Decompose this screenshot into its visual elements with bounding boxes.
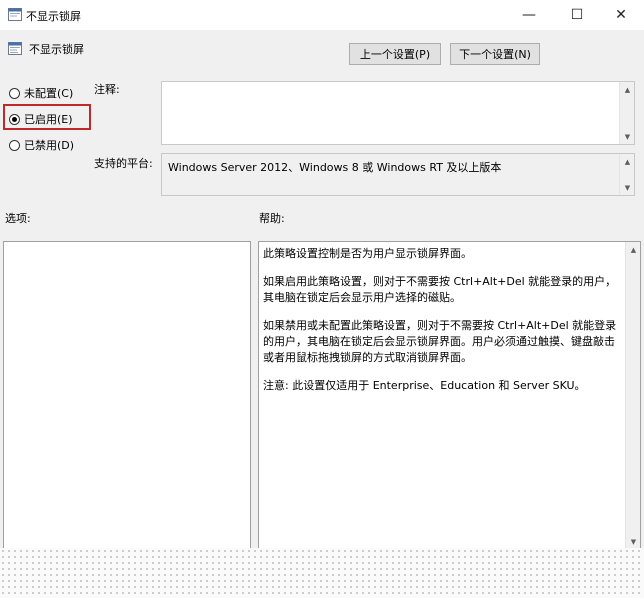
help-paragraph: 此策略设置控制是否为用户显示锁屏界面。 (263, 247, 472, 260)
scroll-up-arrow-icon[interactable]: ▲ (620, 154, 635, 169)
scroll-down-arrow-icon[interactable]: ▼ (620, 129, 635, 144)
policy-name: 不显示锁屏 (29, 43, 84, 56)
radio-label: 未配置(C) (24, 87, 74, 100)
comment-scrollbar[interactable]: ▲ ▼ (619, 82, 634, 144)
help-label: 帮助: (259, 212, 285, 225)
window-title: 不显示锁屏 (26, 10, 81, 23)
supported-platforms-value: Windows Server 2012、Windows 8 或 Windows … (168, 161, 502, 174)
comment-label: 注释: (94, 83, 120, 96)
help-text: 此策略设置控制是否为用户显示锁屏界面。 如果启用此策略设置，则对于不需要按 Ct… (263, 246, 620, 406)
minimize-button[interactable]: — (506, 0, 552, 30)
scroll-up-arrow-icon[interactable]: ▲ (620, 82, 635, 97)
comment-textarea[interactable]: ▲ ▼ (161, 81, 635, 145)
previous-setting-button[interactable]: 上一个设置(P) (349, 43, 441, 65)
supported-platforms-box: Windows Server 2012、Windows 8 或 Windows … (161, 153, 635, 196)
radio-label: 已禁用(D) (24, 139, 75, 152)
dotted-background (0, 548, 644, 598)
policy-window-icon (8, 8, 22, 21)
close-icon: ✕ (615, 7, 627, 23)
help-paragraph: 注意: 此设置仅适用于 Enterprise、Education 和 Serve… (263, 379, 586, 392)
policy-setting-icon (8, 42, 22, 55)
scroll-down-arrow-icon[interactable]: ▼ (620, 180, 635, 195)
next-setting-button[interactable]: 下一个设置(N) (450, 43, 540, 65)
scroll-down-arrow-icon[interactable]: ▼ (626, 534, 641, 549)
platform-scrollbar[interactable]: ▲ ▼ (619, 154, 634, 195)
scroll-up-arrow-icon[interactable]: ▲ (626, 242, 641, 257)
options-panel (3, 241, 251, 550)
radio-circle[interactable] (9, 139, 20, 151)
maximize-button[interactable]: ☐ (554, 0, 600, 30)
supported-platforms-label: 支持的平台: (94, 157, 153, 170)
title-bar: 不显示锁屏 — ☐ ✕ (0, 0, 644, 30)
radio-disabled[interactable]: 已禁用(D) (9, 137, 74, 153)
help-panel: 此策略设置控制是否为用户显示锁屏界面。 如果启用此策略设置，则对于不需要按 Ct… (258, 241, 641, 550)
help-scrollbar[interactable]: ▲ ▼ (625, 242, 640, 549)
help-paragraph: 如果启用此策略设置，则对于不需要按 Ctrl+Alt+Del 就能登录的用户，其… (263, 275, 617, 304)
help-paragraph: 如果禁用或未配置此策略设置，则对于不需要按 Ctrl+Alt+Del 就能登录的… (263, 319, 617, 364)
enabled-highlight-box (3, 104, 91, 130)
close-button[interactable]: ✕ (598, 0, 644, 30)
radio-not-configured[interactable]: 未配置(C) (9, 85, 73, 101)
options-label: 选项: (5, 212, 31, 225)
maximize-icon: ☐ (570, 7, 584, 23)
minimize-icon: — (522, 7, 536, 23)
radio-circle[interactable] (9, 87, 20, 99)
